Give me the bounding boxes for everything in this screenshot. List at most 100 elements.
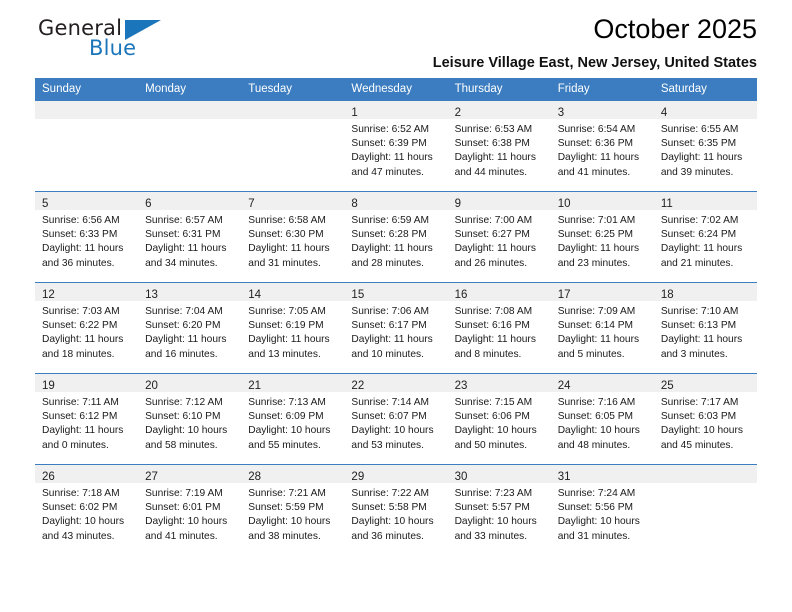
day-cell-body: Sunrise: 7:22 AM Sunset: 5:58 PM Daylight:…: [344, 483, 447, 544]
sunrise-text: Sunrise: 7:13 AM: [248, 397, 326, 408]
day-cell[interactable]: 2 Sunrise: 6:53 AM Sunset: 6:38 PM Daylight…: [447, 101, 551, 192]
sunset-text: Sunset: 6:25 PM: [557, 229, 634, 241]
day-number: 31: [557, 471, 571, 483]
sunset-text: Sunset: 6:10 PM: [145, 411, 221, 423]
weekday-header-monday: Monday: [138, 78, 242, 101]
sunset-text: Sunset: 6:20 PM: [145, 320, 221, 332]
day-cell-body: Sunrise: 7:23 AM Sunset: 5:57 PM Daylight:…: [448, 483, 551, 544]
day-cell-body: Sunrise: 7:15 AM Sunset: 6:06 PM Daylight:…: [448, 392, 551, 453]
general-blue-logo[interactable]: General Blue: [35, 16, 185, 72]
day-number: 15: [351, 289, 365, 301]
week-row: 19 Sunrise: 7:11 AM Sunset: 6:12 PM Dayligh…: [35, 373, 757, 465]
sunrise-text: Sunrise: 7:00 AM: [454, 215, 533, 226]
day-cell[interactable]: 9 Sunrise: 7:00 AM Sunset: 6:27 PM Daylight…: [447, 191, 551, 283]
sunset-text: Sunset: 6:39 PM: [351, 138, 427, 150]
day-number-band: 10: [550, 192, 654, 210]
day-cell[interactable]: 29 Sunrise: 7:22 AM Sunset: 5:58 PM Dayligh…: [344, 464, 448, 555]
day-cell-body: Sunrise: 7:14 AM Sunset: 6:07 PM Daylight:…: [344, 392, 447, 453]
day-cell-body: Sunrise: 7:01 AM Sunset: 6:25 PM Daylight:…: [551, 210, 654, 271]
day-cell[interactable]: 1 Sunrise: 6:52 AM Sunset: 6:39 PM Daylight…: [344, 101, 448, 192]
sunrise-text: Sunrise: 7:04 AM: [145, 306, 223, 317]
day-cell[interactable]: 11 Sunrise: 7:02 AM Sunset: 6:24 PM Dayligh…: [653, 191, 757, 283]
day-cell[interactable]: 16 Sunrise: 7:08 AM Sunset: 6:16 PM Dayligh…: [447, 282, 551, 374]
day-cell[interactable]: 27 Sunrise: 7:19 AM Sunset: 6:01 PM Dayligh…: [138, 464, 242, 555]
sunset-text: Sunset: 6:06 PM: [454, 411, 530, 423]
daylight-text: Daylight: 11 hours and 18 minutes.: [42, 334, 124, 360]
day-cell[interactable]: 22 Sunrise: 7:14 AM Sunset: 6:07 PM Dayligh…: [344, 373, 448, 465]
day-number-band: 12: [35, 283, 139, 301]
day-cell[interactable]: 21 Sunrise: 7:13 AM Sunset: 6:09 PM Dayligh…: [241, 373, 345, 465]
day-cell[interactable]: 7 Sunrise: 6:58 AM Sunset: 6:30 PM Daylight…: [241, 191, 345, 283]
day-number-band: 14: [241, 283, 345, 301]
day-cell[interactable]: 6 Sunrise: 6:57 AM Sunset: 6:31 PM Daylight…: [138, 191, 242, 283]
day-cell[interactable]: 14 Sunrise: 7:05 AM Sunset: 6:19 PM Dayligh…: [241, 282, 345, 374]
day-number-band: [653, 465, 757, 483]
weekday-header-friday: Friday: [550, 78, 654, 101]
day-cell[interactable]: 30 Sunrise: 7:23 AM Sunset: 5:57 PM Dayligh…: [447, 464, 551, 555]
day-cell[interactable]: 28 Sunrise: 7:21 AM Sunset: 5:59 PM Dayligh…: [241, 464, 345, 555]
daylight-text: Daylight: 11 hours and 47 minutes.: [351, 152, 433, 178]
sunset-text: Sunset: 6:13 PM: [660, 320, 737, 332]
day-cell[interactable]: 23 Sunrise: 7:15 AM Sunset: 6:06 PM Dayligh…: [447, 373, 551, 465]
day-number-band: 16: [447, 283, 551, 301]
day-cell[interactable]: 10 Sunrise: 7:01 AM Sunset: 6:25 PM Dayligh…: [550, 191, 654, 283]
day-number-band: 3: [550, 101, 654, 119]
week-row: 26 Sunrise: 7:18 AM Sunset: 6:02 PM Dayligh…: [35, 464, 757, 555]
day-cell[interactable]: 13 Sunrise: 7:04 AM Sunset: 6:20 PM Dayligh…: [138, 282, 242, 374]
day-cell[interactable]: 12 Sunrise: 7:03 AM Sunset: 6:22 PM Dayligh…: [35, 282, 139, 374]
day-cell[interactable]: 24 Sunrise: 7:16 AM Sunset: 6:05 PM Dayligh…: [550, 373, 654, 465]
daylight-text: Daylight: 11 hours and 5 minutes.: [557, 334, 640, 360]
daylight-text: Daylight: 11 hours and 44 minutes.: [454, 152, 536, 178]
day-cell-body: Sunrise: 6:57 AM Sunset: 6:31 PM Daylight:…: [138, 210, 241, 271]
sunrise-text: Sunrise: 7:09 AM: [557, 306, 636, 317]
day-cell[interactable]: 3 Sunrise: 6:54 AM Sunset: 6:36 PM Daylight…: [550, 101, 654, 192]
sunrise-text: Sunrise: 7:06 AM: [351, 306, 430, 317]
sunrise-text: Sunrise: 7:16 AM: [557, 397, 636, 408]
day-cell[interactable]: 4 Sunrise: 6:55 AM Sunset: 6:35 PM Daylight…: [653, 101, 757, 192]
sunset-text: Sunset: 6:16 PM: [454, 320, 530, 332]
sunrise-text: Sunrise: 7:05 AM: [248, 306, 326, 317]
day-cell[interactable]: 17 Sunrise: 7:09 AM Sunset: 6:14 PM Dayligh…: [550, 282, 654, 374]
day-cell-body: Sunrise: 7:24 AM Sunset: 5:56 PM Daylight:…: [551, 483, 654, 544]
day-number: 29: [351, 471, 365, 483]
week-row: 5 Sunrise: 6:56 AM Sunset: 6:33 PM Daylight…: [35, 191, 757, 283]
day-number: 30: [454, 471, 468, 483]
sunset-text: Sunset: 6:24 PM: [660, 229, 737, 241]
daylight-text: Daylight: 10 hours and 58 minutes.: [145, 425, 228, 451]
day-number: 12: [42, 289, 55, 301]
sunset-text: Sunset: 6:05 PM: [557, 411, 634, 423]
sunset-text: Sunset: 6:28 PM: [351, 229, 427, 241]
weekday-header-wednesday: Wednesday: [344, 78, 448, 101]
sunset-text: Sunset: 5:57 PM: [454, 502, 530, 514]
day-cell[interactable]: 26 Sunrise: 7:18 AM Sunset: 6:02 PM Dayligh…: [35, 464, 139, 555]
day-number-band: 23: [447, 374, 551, 392]
day-cell[interactable]: 19 Sunrise: 7:11 AM Sunset: 6:12 PM Dayligh…: [35, 373, 139, 465]
sunset-text: Sunset: 5:59 PM: [248, 502, 324, 514]
sunrise-text: Sunrise: 6:56 AM: [42, 215, 120, 226]
day-number: 5: [42, 198, 49, 210]
sunset-text: Sunset: 6:38 PM: [454, 138, 530, 150]
daylight-text: Daylight: 11 hours and 28 minutes.: [351, 243, 433, 269]
day-cell[interactable]: 18 Sunrise: 7:10 AM Sunset: 6:13 PM Dayligh…: [653, 282, 757, 374]
daylight-text: Daylight: 10 hours and 50 minutes.: [454, 425, 537, 451]
day-number-band: 31: [550, 465, 654, 483]
sunrise-text: Sunrise: 6:57 AM: [145, 215, 223, 226]
sunset-text: Sunset: 6:19 PM: [248, 320, 324, 332]
day-cell[interactable]: 20 Sunrise: 7:12 AM Sunset: 6:10 PM Dayligh…: [138, 373, 242, 465]
page-header: General Blue October 2025 Leisure Villag…: [35, 0, 757, 72]
sunset-text: Sunset: 6:30 PM: [248, 229, 324, 241]
day-cell[interactable]: 15 Sunrise: 7:06 AM Sunset: 6:17 PM Dayligh…: [344, 282, 448, 374]
daylight-text: Daylight: 11 hours and 41 minutes.: [557, 152, 640, 178]
day-cell[interactable]: 8 Sunrise: 6:59 AM Sunset: 6:28 PM Daylight…: [344, 191, 448, 283]
day-cell-body: Sunrise: 6:56 AM Sunset: 6:33 PM Daylight:…: [35, 210, 138, 271]
day-cell[interactable]: 5 Sunrise: 6:56 AM Sunset: 6:33 PM Daylight…: [35, 191, 139, 283]
day-number: 28: [248, 471, 262, 483]
daylight-text: Daylight: 10 hours and 38 minutes.: [248, 516, 331, 542]
sunrise-text: Sunrise: 7:02 AM: [660, 215, 739, 226]
daylight-text: Daylight: 11 hours and 13 minutes.: [248, 334, 330, 360]
day-cell[interactable]: 31 Sunrise: 7:24 AM Sunset: 5:56 PM Dayligh…: [550, 464, 654, 555]
day-cell-body: Sunrise: 6:54 AM Sunset: 6:36 PM Daylight:…: [551, 119, 654, 180]
day-cell[interactable]: 25 Sunrise: 7:17 AM Sunset: 6:03 PM Dayligh…: [653, 373, 757, 465]
day-number-band: [241, 101, 345, 119]
week-row: 1 Sunrise: 6:52 AM Sunset: 6:39 PM Daylight…: [35, 101, 757, 192]
